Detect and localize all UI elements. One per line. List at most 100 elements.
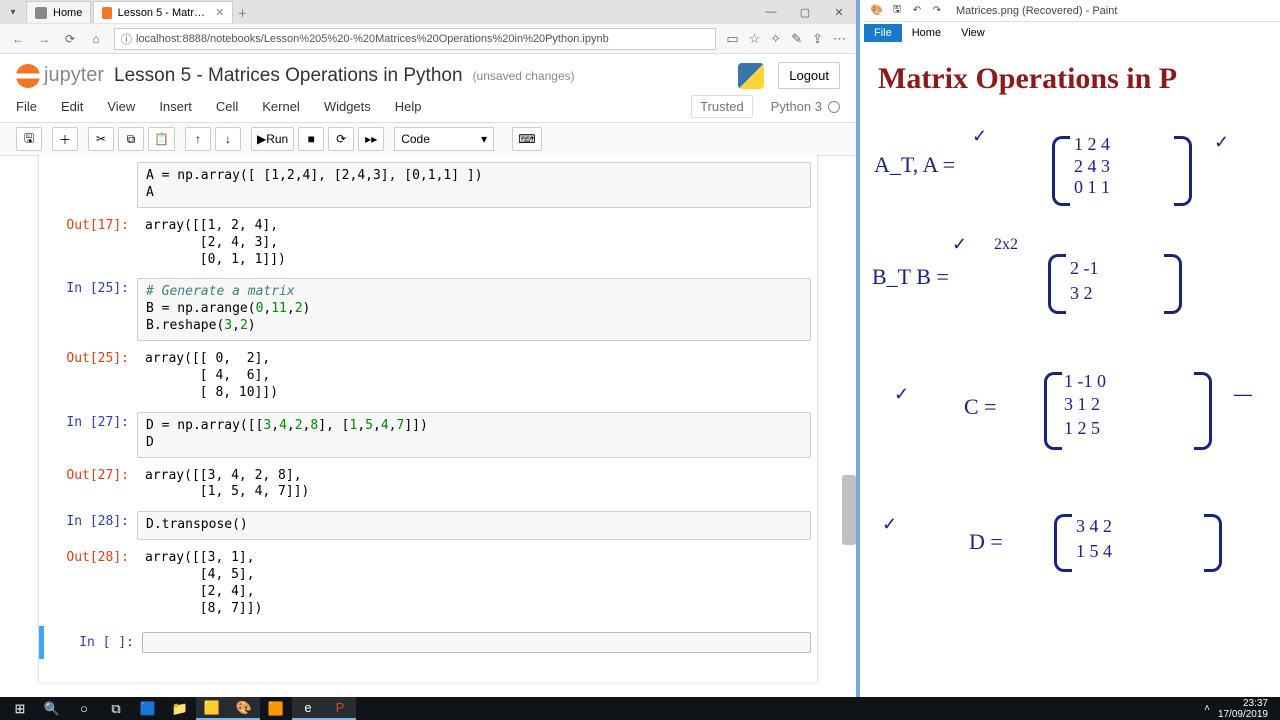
edge-taskbar[interactable]: e — [292, 697, 324, 720]
menu-icon[interactable]: ⋯ — [833, 31, 846, 47]
in-prompt — [39, 162, 137, 208]
checkmark-icon: ✓ — [894, 384, 909, 405]
brace-icon — [1044, 372, 1062, 450]
paint-tab-view[interactable]: View — [951, 24, 995, 42]
code-input[interactable]: # Generate a matrix B = np.arange(0,11,2… — [137, 278, 811, 341]
maximize-button[interactable]: ▢ — [788, 0, 822, 24]
paint-tab-home[interactable]: Home — [902, 24, 951, 42]
command-palette-button[interactable]: ⌨ — [512, 127, 541, 151]
taskbar-app[interactable]: 🟨 — [196, 697, 228, 720]
forward-button[interactable]: → — [36, 31, 52, 47]
cortana-button[interactable]: ○ — [68, 697, 100, 720]
url-input[interactable]: ⓘ localhost:8888/notebooks/Lesson%205%20… — [114, 28, 716, 50]
system-tray[interactable]: ˄ 23:3717/09/2019 — [1204, 698, 1276, 720]
paint-ribbon-tabs: File Home View — [864, 22, 1280, 42]
close-tab-icon[interactable]: ✕ — [215, 6, 224, 19]
close-button[interactable]: ✕ — [822, 0, 856, 24]
paint-canvas[interactable]: Matrix Operations in P A_T, A = ✓ 1 2 4 … — [864, 44, 1280, 697]
menu-view[interactable]: View — [107, 99, 135, 114]
browser-tab-lesson[interactable]: Lesson 5 - Matrices Op ✕ — [93, 1, 233, 23]
add-cell-button[interactable]: ＋ — [52, 127, 78, 151]
code-input[interactable]: A = np.array([ [1,2,4], [2,4,3], [0,1,1]… — [137, 162, 811, 208]
menu-cell[interactable]: Cell — [216, 99, 238, 114]
favorites-bar-icon[interactable]: ✧ — [770, 31, 781, 47]
notebook-container: A = np.array([ [1,2,4], [2,4,3], [0,1,1]… — [38, 155, 818, 682]
output-cell: Out[25]: array([[ 0, 2], [ 4, 6], [ 8, 1… — [39, 346, 817, 407]
reading-view-icon[interactable]: ▭ — [726, 31, 738, 47]
output-text: array([[3, 4, 2, 8], [1, 5, 4, 7]]) — [137, 465, 811, 505]
cut-button[interactable]: ✂ — [88, 127, 114, 151]
paint-tab-file[interactable]: File — [864, 24, 902, 42]
move-down-button[interactable]: ↓ — [215, 127, 241, 151]
celltype-label: Code — [401, 132, 430, 146]
notebook-scroll[interactable]: A = np.array([ [1,2,4], [2,4,3], [0,1,1]… — [0, 155, 856, 697]
menu-insert[interactable]: Insert — [159, 99, 192, 114]
taskbar-app[interactable]: 🟧 — [260, 697, 292, 720]
code-cell[interactable]: A = np.array([ [1,2,4], [2,4,3], [0,1,1]… — [39, 160, 817, 210]
save-status: (unsaved changes) — [473, 69, 575, 83]
window-controls: — ▢ ✕ — [754, 0, 856, 24]
taskbar-app[interactable]: 🟦 — [132, 697, 164, 720]
undo-icon[interactable]: ↶ — [910, 4, 924, 18]
new-tab-button[interactable]: ＋ — [235, 5, 249, 19]
jupyter-logo[interactable]: jupyter — [16, 64, 104, 88]
code-cell[interactable]: In [28]: D.transpose() — [39, 509, 817, 542]
paint-taskbar[interactable]: 🎨 — [228, 697, 260, 720]
notes-icon[interactable]: ✎ — [791, 31, 802, 47]
code-cell[interactable]: In [27]: D = np.array([[3,4,2,8], [1,5,4… — [39, 410, 817, 460]
toolbar: 🖫 ＋ ✂ ⧉ 📋 ↑ ↓ ▶ Run ■ ⟳ ▸▸ Code ▾ ⌨ — [0, 123, 856, 156]
tab-list-icon[interactable]: ▾ — [6, 5, 20, 19]
menu-file[interactable]: File — [16, 99, 37, 114]
browser-tab-bar: ▾ Home Lesson 5 - Matrices Op ✕ ＋ — ▢ ✕ — [0, 0, 856, 24]
run-button[interactable]: ▶ Run — [251, 127, 294, 151]
restart-button[interactable]: ⟳ — [328, 127, 354, 151]
restart-run-button[interactable]: ▸▸ — [358, 127, 384, 151]
code-input[interactable] — [142, 632, 811, 653]
start-button[interactable]: ⊞ — [4, 697, 36, 720]
back-button[interactable]: ← — [10, 31, 26, 47]
menu-edit[interactable]: Edit — [61, 99, 83, 114]
save-icon[interactable]: 🖫 — [890, 4, 904, 18]
taskview-button[interactable]: ⧉ — [100, 697, 132, 720]
notebook-title[interactable]: Lesson 5 - Matrices Operations in Python — [114, 65, 463, 87]
scrollbar[interactable] — [842, 475, 856, 545]
redo-icon[interactable]: ↷ — [930, 4, 944, 18]
tab-label: Home — [53, 7, 82, 19]
code-input[interactable]: D = np.array([[3,4,2,8], [1,5,4,7]]) D — [137, 412, 811, 458]
menu-kernel[interactable]: Kernel — [262, 99, 300, 114]
home-button[interactable]: ⌂ — [88, 31, 104, 47]
output-text: array([[1, 2, 4], [2, 4, 3], [0, 1, 1]]) — [137, 215, 811, 272]
menu-help[interactable]: Help — [395, 99, 422, 114]
copy-button[interactable]: ⧉ — [118, 127, 144, 151]
jupyter-brand: jupyter — [44, 64, 104, 87]
refresh-button[interactable]: ⟳ — [62, 31, 78, 47]
code-cell[interactable]: In [25]: # Generate a matrix B = np.aran… — [39, 276, 817, 343]
favorite-icon[interactable]: ☆ — [749, 31, 761, 47]
move-up-button[interactable]: ↑ — [185, 127, 211, 151]
share-icon[interactable]: ⇪ — [812, 31, 823, 47]
file-explorer-button[interactable]: 📁 — [164, 697, 196, 720]
save-button[interactable]: 🖫 — [16, 127, 42, 151]
search-button[interactable]: 🔍 — [36, 697, 68, 720]
brace-icon — [1052, 136, 1070, 206]
stop-button[interactable]: ■ — [298, 127, 324, 151]
minimize-button[interactable]: — — [754, 0, 788, 24]
powerpoint-taskbar[interactable]: P — [324, 697, 356, 720]
browser-tab-home[interactable]: Home — [26, 1, 91, 23]
out-prompt: Out[17]: — [39, 215, 137, 272]
trusted-badge[interactable]: Trusted — [691, 95, 753, 118]
python-logo-icon — [738, 63, 764, 89]
output-cell: Out[28]: array([[3, 1], [4, 5], [2, 4], … — [39, 545, 817, 623]
celltype-select[interactable]: Code ▾ — [394, 127, 494, 151]
code-input[interactable]: D.transpose() — [137, 511, 811, 540]
kernel-indicator[interactable]: Python 3 — [771, 99, 840, 114]
code-cell[interactable]: In [ ]: — [39, 626, 817, 659]
note-a-matrix: 1 2 4 2 4 3 0 1 1 — [1074, 134, 1110, 199]
chevron-down-icon: ▾ — [481, 132, 487, 146]
paste-button[interactable]: 📋 — [148, 127, 175, 151]
menu-widgets[interactable]: Widgets — [324, 99, 371, 114]
tray-chevron-icon[interactable]: ˄ — [1204, 703, 1210, 714]
clock[interactable]: 23:3717/09/2019 — [1218, 698, 1268, 720]
logout-button[interactable]: Logout — [778, 62, 840, 89]
checkmark-icon: ✓ — [952, 234, 967, 255]
